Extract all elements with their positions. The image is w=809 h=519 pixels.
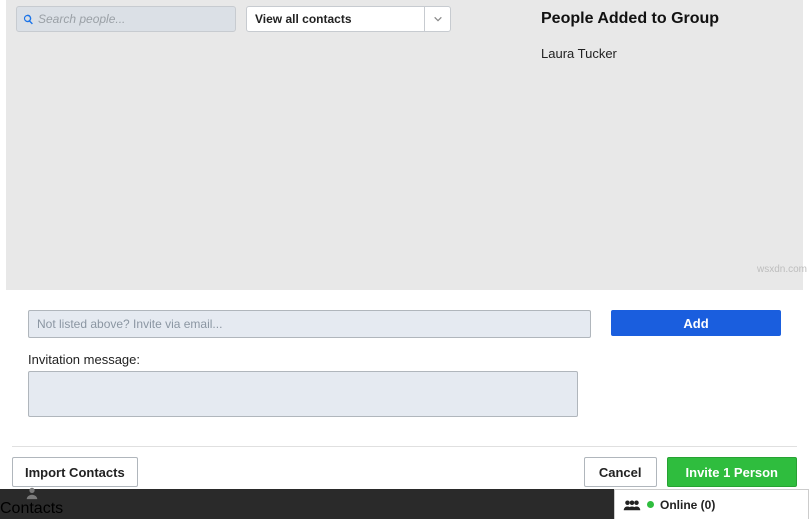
invite-email-input[interactable] (28, 310, 591, 338)
view-select-label: View all contacts (247, 12, 424, 26)
search-input[interactable] (38, 12, 229, 26)
online-status-panel[interactable]: Online (0) (614, 489, 809, 519)
search-row: View all contacts (16, 6, 523, 32)
invitation-message-label: Invitation message: (28, 352, 781, 367)
status-dot-icon (647, 501, 654, 508)
invite-row: Add (28, 310, 781, 338)
view-contacts-select[interactable]: View all contacts (246, 6, 451, 32)
mid-area: Add Invitation message: (0, 290, 809, 432)
chevron-down-icon (433, 14, 443, 24)
invitation-message-input[interactable] (28, 371, 578, 417)
search-box[interactable] (16, 6, 236, 32)
invite-person-button[interactable]: Invite 1 Person (667, 457, 797, 487)
add-button[interactable]: Add (611, 310, 781, 336)
import-contacts-button[interactable]: Import Contacts (12, 457, 138, 487)
bottom-actions: Import Contacts Cancel Invite 1 Person (0, 447, 809, 495)
contacts-tab[interactable]: Contacts (0, 486, 63, 519)
top-panel: View all contacts People Added to Group … (6, 0, 803, 290)
added-people-title: People Added to Group (541, 10, 793, 28)
search-icon (23, 14, 34, 25)
contacts-tab-label: Contacts (0, 500, 63, 518)
people-icon (623, 499, 641, 511)
person-icon (25, 486, 39, 500)
added-person-name: Laura Tucker (541, 46, 793, 61)
watermark: wsxdn.com (757, 264, 807, 275)
cancel-button[interactable]: Cancel (584, 457, 657, 487)
view-select-arrow[interactable] (424, 7, 450, 31)
online-status-text: Online (0) (660, 498, 715, 512)
left-column: View all contacts (16, 6, 523, 290)
added-people-panel: People Added to Group Laura Tucker (533, 6, 793, 290)
